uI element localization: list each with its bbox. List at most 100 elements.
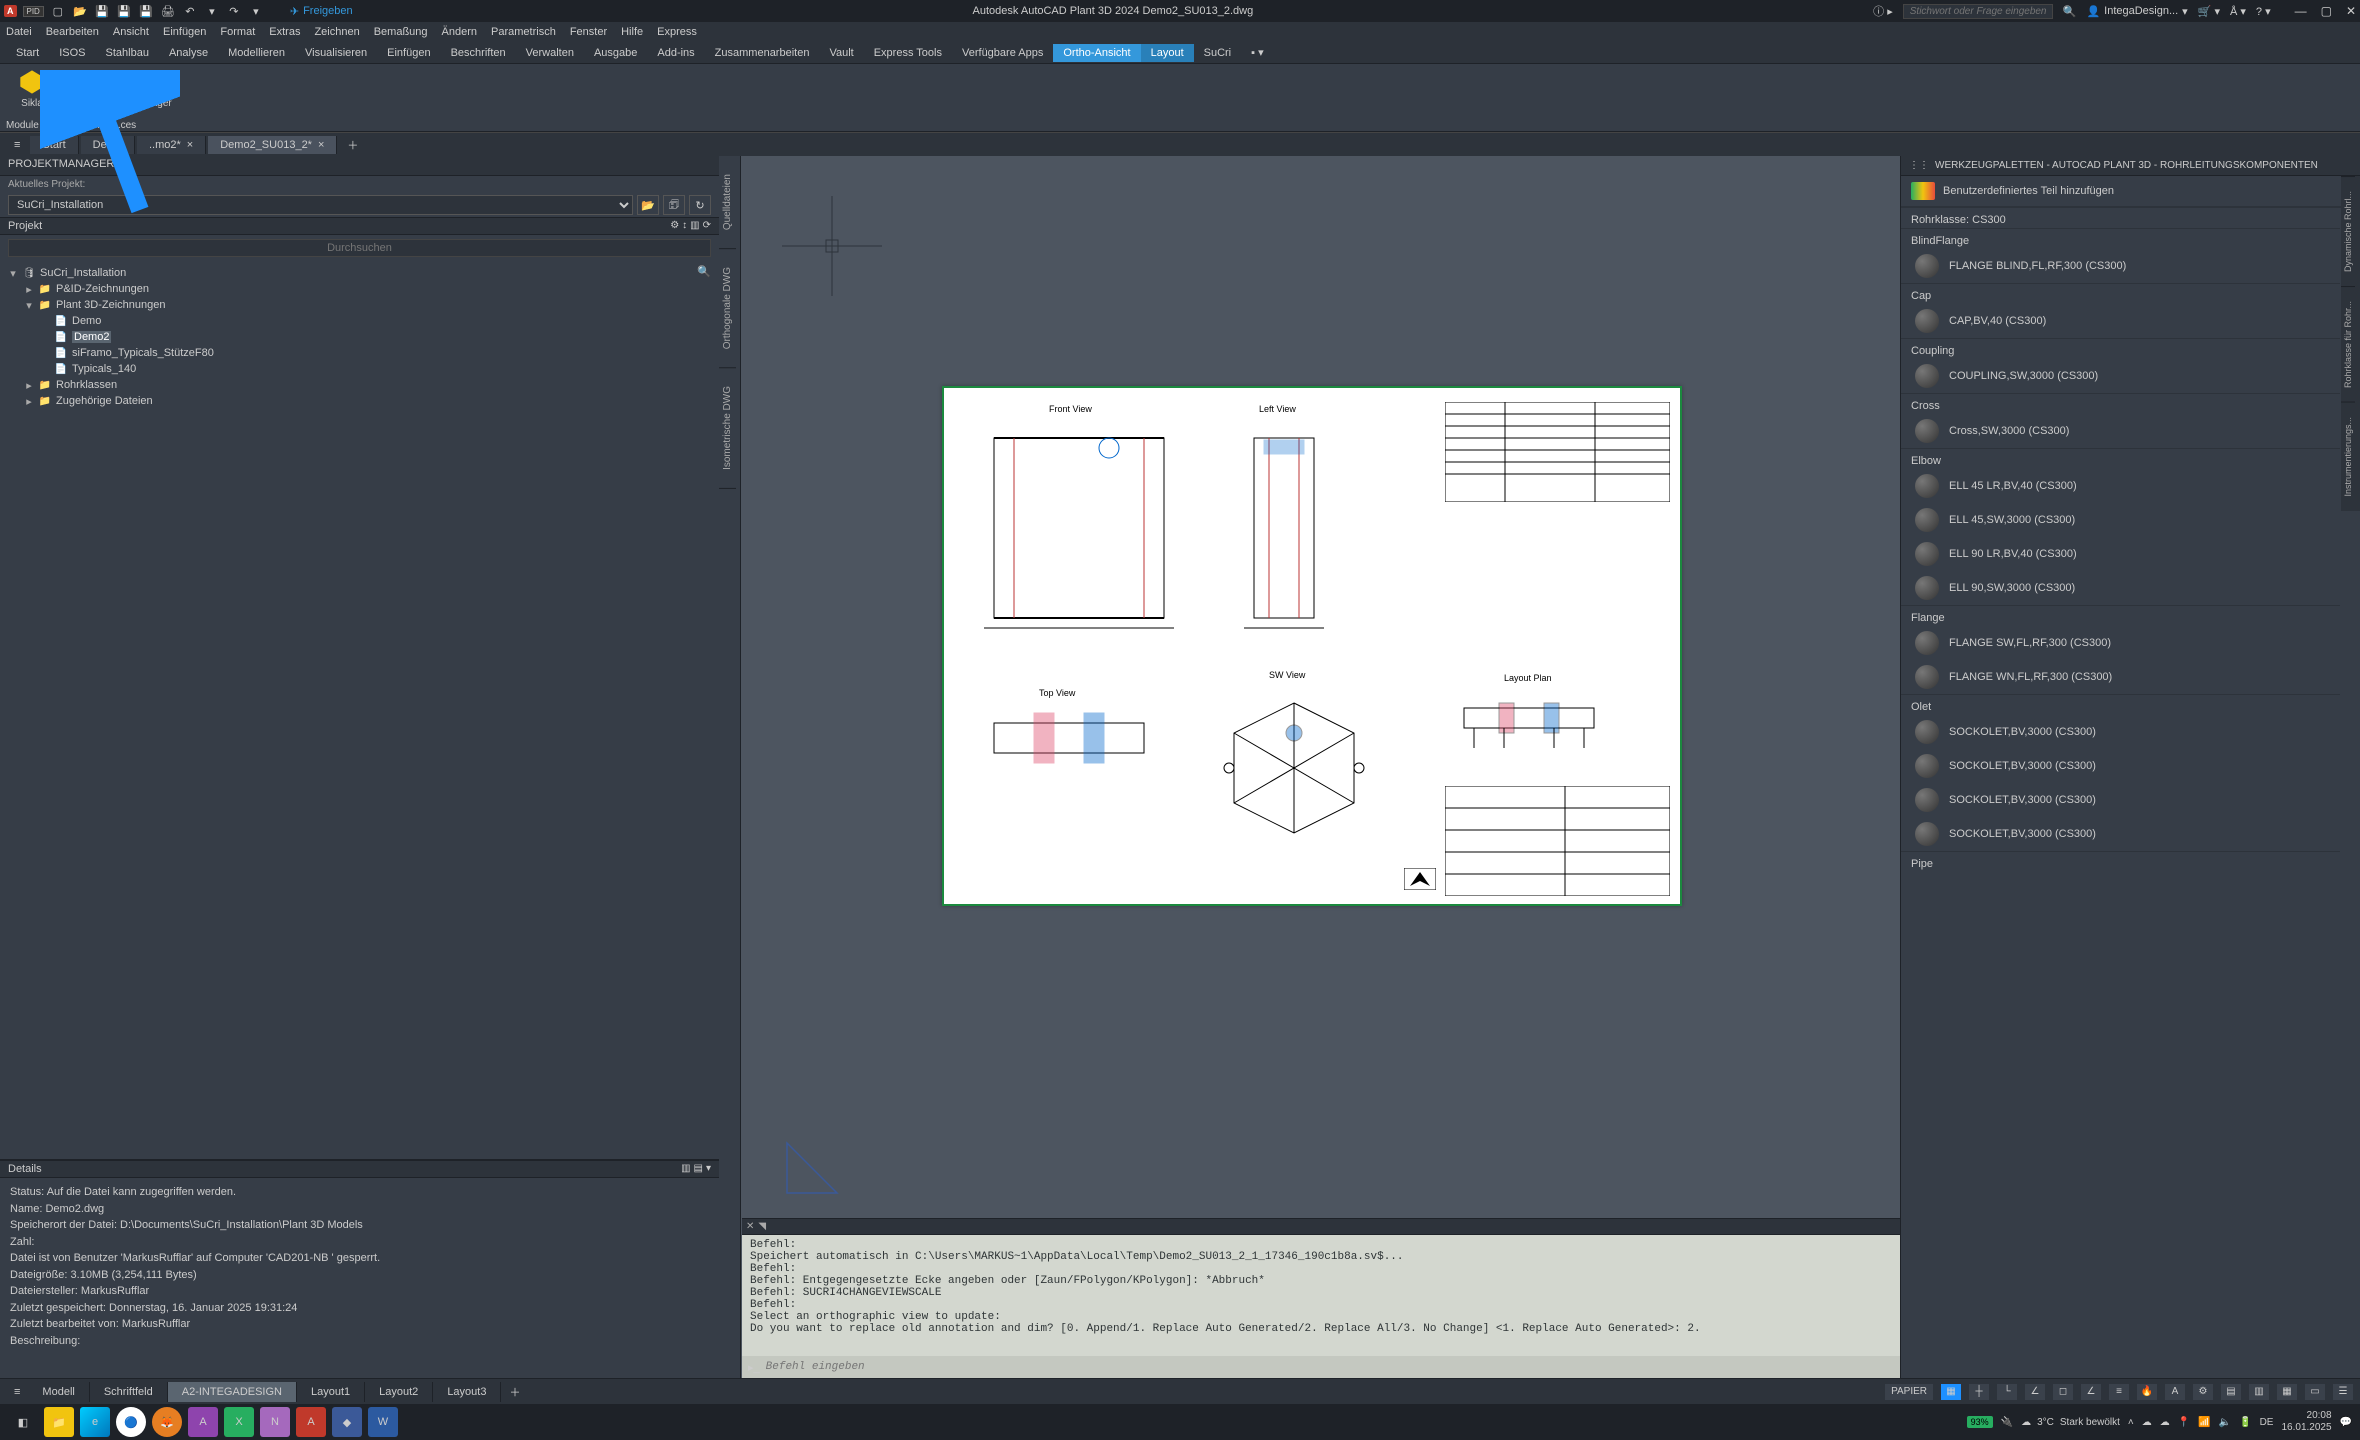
- scale-icon[interactable]: 🔥: [2136, 1383, 2158, 1401]
- module-label[interactable]: Module 2: [6, 120, 47, 131]
- ribbon-tab[interactable]: Vault: [819, 44, 863, 62]
- ribbon-tab[interactable]: Express Tools: [864, 44, 952, 62]
- palette-item[interactable]: SOCKOLET,BV,3000 (CS300): [1901, 715, 2340, 749]
- ribbon-tab[interactable]: Visualisieren: [295, 44, 377, 62]
- battery-icon[interactable]: 🔋: [2239, 1417, 2251, 1428]
- word-icon[interactable]: W: [368, 1407, 398, 1437]
- project-search-input[interactable]: [8, 239, 711, 257]
- ribbon-tab[interactable]: SuCri: [1194, 44, 1242, 62]
- layout-tab[interactable]: Layout2: [365, 1382, 433, 1402]
- close-icon[interactable]: ×: [318, 139, 324, 151]
- ribbon-tab[interactable]: Modellieren: [218, 44, 295, 62]
- print-icon[interactable]: 🗊: [663, 195, 685, 215]
- filter-icon[interactable]: ⚙: [670, 220, 679, 232]
- command-log[interactable]: Befehl: Speichert automatisch in C:\User…: [742, 1235, 1900, 1356]
- dropdown-icon[interactable]: ▾: [204, 3, 220, 19]
- ribbon-manager-button[interactable]: Manager: [126, 68, 178, 109]
- paper-model-toggle[interactable]: PAPIER: [1884, 1383, 1934, 1401]
- share-button[interactable]: ✈ Freigeben: [290, 5, 353, 18]
- saveas-icon[interactable]: 💾: [116, 3, 132, 19]
- customize-icon[interactable]: ☰: [2332, 1383, 2354, 1401]
- menu-item[interactable]: Ändern: [442, 26, 477, 38]
- ribbon-tab[interactable]: Verfügbare Apps: [952, 44, 1053, 62]
- menu-item[interactable]: Datei: [6, 26, 32, 38]
- osnap-icon[interactable]: ◻: [2052, 1383, 2074, 1401]
- vtab-orthogonale[interactable]: Orthogonale DWG: [719, 249, 736, 368]
- sort-icon[interactable]: ↕: [682, 220, 687, 232]
- sync-icon[interactable]: ⟳: [703, 220, 711, 232]
- location-icon[interactable]: 📍: [2178, 1417, 2190, 1428]
- wifi-icon[interactable]: 📶: [2198, 1417, 2210, 1428]
- language-label[interactable]: DE: [2260, 1417, 2274, 1428]
- palette-item[interactable]: ELL 90,SW,3000 (CS300): [1901, 571, 2340, 605]
- ribbon-tab[interactable]: Beschriften: [441, 44, 516, 62]
- lineweight-icon[interactable]: ≡: [2108, 1383, 2130, 1401]
- help-search-input[interactable]: [1903, 4, 2053, 19]
- cloud-icon[interactable]: ☁: [2160, 1417, 2170, 1428]
- redo-icon[interactable]: ↷: [226, 3, 242, 19]
- project-tree[interactable]: 🔍 ▾🛢SuCri_Installation ▸📁P&ID-Zeichnunge…: [0, 261, 719, 1159]
- file-tab[interactable]: Demo: [81, 136, 135, 154]
- close-icon[interactable]: ×: [187, 139, 193, 151]
- polar-icon[interactable]: ∠: [2024, 1383, 2046, 1401]
- hardware-icon[interactable]: ▥: [2248, 1383, 2270, 1401]
- palette-item[interactable]: Cross,SW,3000 (CS300): [1901, 414, 2340, 448]
- palette-item[interactable]: CAP,BV,40 (CS300): [1901, 304, 2340, 338]
- layout-tab-active[interactable]: A2-INTEGADESIGN: [168, 1382, 297, 1402]
- menu-item[interactable]: Einfügen: [163, 26, 206, 38]
- firefox-icon[interactable]: 🦊: [152, 1407, 182, 1437]
- menu-icon[interactable]: ≡: [6, 136, 28, 154]
- ribbon-tab[interactable]: Start: [6, 44, 49, 62]
- autocad-icon[interactable]: A: [296, 1407, 326, 1437]
- close-icon[interactable]: ✕: [746, 1221, 754, 1232]
- refresh-icon[interactable]: ↻: [689, 195, 711, 215]
- ribbon-tab-active[interactable]: Layout: [1141, 44, 1194, 62]
- menu-icon[interactable]: ≡: [6, 1383, 28, 1401]
- layout-tab[interactable]: Modell: [28, 1382, 89, 1402]
- help-icon[interactable]: ? ▾: [2256, 5, 2271, 18]
- palette-add-custom[interactable]: Benutzerdefiniertes Teil hinzufügen: [1901, 176, 2360, 207]
- task-view-icon[interactable]: ◧: [8, 1407, 38, 1437]
- excel-icon[interactable]: X: [224, 1407, 254, 1437]
- otrack-icon[interactable]: ∠: [2080, 1383, 2102, 1401]
- file-tab[interactable]: ..mo2*×: [137, 136, 206, 154]
- module-label[interactable]: ...ces: [112, 120, 136, 131]
- cart-icon[interactable]: 🛒 ▾: [2198, 5, 2220, 18]
- tray-chevron-icon[interactable]: ˄: [2128, 1417, 2134, 1428]
- file-tab[interactable]: Start: [30, 136, 78, 154]
- ribbon-tab[interactable]: Stahlbau: [96, 44, 159, 62]
- palette-item[interactable]: SOCKOLET,BV,3000 (CS300): [1901, 783, 2340, 817]
- ribbon-tab[interactable]: Zusammenarbeiten: [705, 44, 820, 62]
- view-icon[interactable]: ▥: [681, 1163, 690, 1175]
- ribbon-tab[interactable]: Analyse: [159, 44, 218, 62]
- add-layout-icon[interactable]: ＋: [501, 1381, 528, 1403]
- vtab-isometrische[interactable]: Isometrische DWG: [719, 368, 736, 489]
- save-icon[interactable]: 💾: [94, 3, 110, 19]
- palette-item[interactable]: FLANGE WN,FL,RF,300 (CS300): [1901, 660, 2340, 694]
- search-icon[interactable]: 🔍: [2063, 5, 2077, 18]
- chrome-icon[interactable]: 🔵: [116, 1407, 146, 1437]
- command-input[interactable]: [766, 1361, 1894, 1373]
- notification-icon[interactable]: 💬: [2340, 1417, 2352, 1428]
- palette-item[interactable]: ELL 90 LR,BV,40 (CS300): [1901, 537, 2340, 571]
- ortho-icon[interactable]: └: [1996, 1383, 2018, 1401]
- palette-item[interactable]: SOCKOLET,BV,3000 (CS300): [1901, 817, 2340, 851]
- expand-icon[interactable]: ◥: [758, 1221, 766, 1232]
- autodesk-icon[interactable]: Å ▾: [2230, 5, 2246, 18]
- layout-tab[interactable]: Layout3: [433, 1382, 501, 1402]
- layout-tab[interactable]: Layout1: [297, 1382, 365, 1402]
- palette-side-tab[interactable]: Dynamische Rohrl...: [2341, 176, 2355, 286]
- vtab-quelldateien[interactable]: Quelldateien: [719, 156, 736, 249]
- minimize-button[interactable]: —: [2295, 4, 2307, 18]
- add-tab-icon[interactable]: ＋: [339, 134, 366, 156]
- menu-item[interactable]: Fenster: [570, 26, 607, 38]
- view-icon[interactable]: ▥: [690, 220, 699, 232]
- cloud-icon[interactable]: ☁: [2142, 1417, 2152, 1428]
- app-icon[interactable]: ◆: [332, 1407, 362, 1437]
- open-icon[interactable]: 📂: [72, 3, 88, 19]
- menu-item[interactable]: Zeichnen: [314, 26, 359, 38]
- ribbon-tab-overflow[interactable]: ▪ ▾: [1241, 43, 1273, 62]
- drawing-sheet[interactable]: Front View Left View: [942, 386, 1682, 906]
- explorer-icon[interactable]: 📁: [44, 1407, 74, 1437]
- module-label[interactable]: Module 4: [59, 120, 100, 131]
